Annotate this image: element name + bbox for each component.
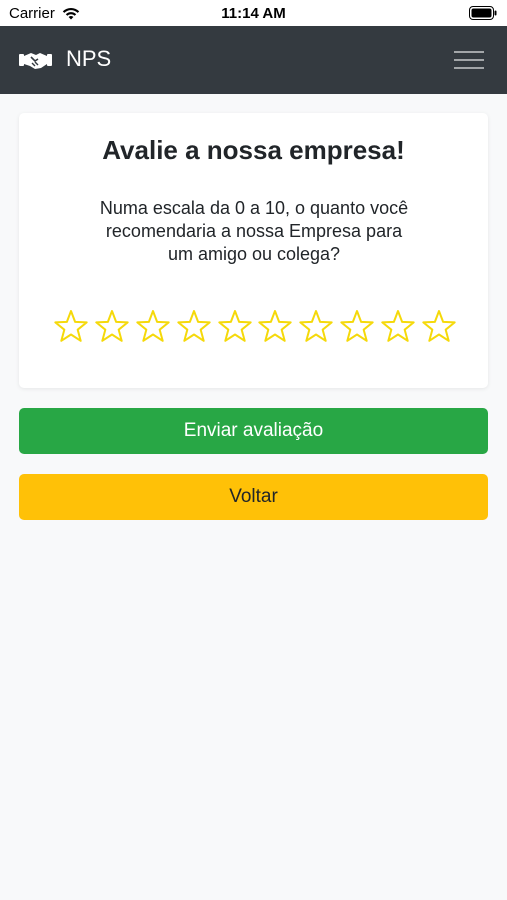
back-button[interactable]: Voltar — [19, 474, 488, 520]
brand-title[interactable]: NPS — [66, 46, 111, 72]
star-icon[interactable] — [298, 309, 334, 345]
status-bar: Carrier 11:14 AM — [0, 0, 507, 26]
battery-icon — [469, 6, 497, 20]
rating-card: Avalie a nossa empresa! Numa escala da 0… — [19, 113, 488, 388]
status-time: 11:14 AM — [221, 5, 286, 22]
menu-bar-bottom — [454, 67, 484, 69]
menu-bar-middle — [454, 59, 484, 61]
star-icon[interactable] — [257, 309, 293, 345]
star-icon[interactable] — [135, 309, 171, 345]
star-icon[interactable] — [380, 309, 416, 345]
rating-question: Numa escala da 0 a 10, o quanto você rec… — [99, 198, 409, 264]
star-icon[interactable] — [421, 309, 457, 345]
top-navbar: NPS — [0, 26, 507, 94]
submit-rating-button[interactable]: Enviar avaliação — [19, 408, 488, 454]
star-rating — [53, 309, 457, 345]
menu-toggle-button[interactable] — [447, 41, 491, 79]
star-icon[interactable] — [94, 309, 130, 345]
card-title: Avalie a nossa empresa! — [102, 135, 405, 165]
menu-bar-top — [454, 51, 484, 53]
star-icon[interactable] — [339, 309, 375, 345]
star-icon[interactable] — [217, 309, 253, 345]
star-icon[interactable] — [176, 309, 212, 345]
handshake-icon — [19, 53, 52, 69]
star-icon[interactable] — [53, 309, 89, 345]
